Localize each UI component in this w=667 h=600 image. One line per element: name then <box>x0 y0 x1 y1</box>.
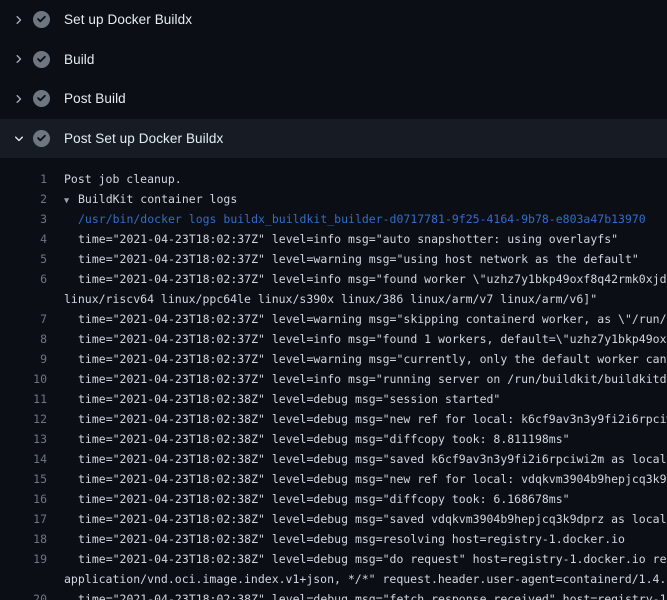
log-row: 7 time="2021-04-23T18:02:37Z" level=warn… <box>0 309 667 329</box>
step-label: Post Build <box>64 91 126 106</box>
collapse-marker-icon: ▼ <box>64 191 78 209</box>
log-row: 14 time="2021-04-23T18:02:38Z" level=deb… <box>0 449 667 469</box>
line-number[interactable]: 2 <box>0 189 47 209</box>
log-row: application/vnd.oci.image.index.v1+json,… <box>0 569 667 589</box>
log-text: Post job cleanup. <box>47 169 667 189</box>
log-row: 8 time="2021-04-23T18:02:37Z" level=info… <box>0 329 667 349</box>
log-text: time="2021-04-23T18:02:37Z" level=warnin… <box>47 309 667 329</box>
log-text: time="2021-04-23T18:02:38Z" level=debug … <box>47 489 667 509</box>
line-number[interactable]: 8 <box>0 329 47 349</box>
line-number[interactable]: 3 <box>0 209 47 229</box>
log-row: 17 time="2021-04-23T18:02:38Z" level=deb… <box>0 509 667 529</box>
log-text: time="2021-04-23T18:02:38Z" level=debug … <box>47 389 667 409</box>
log-text: linux/riscv64 linux/ppc64le linux/s390x … <box>47 289 667 309</box>
line-number[interactable]: 12 <box>0 409 47 429</box>
chevron-right-icon <box>11 12 27 28</box>
log-text: time="2021-04-23T18:02:38Z" level=debug … <box>47 409 667 429</box>
log-row: 3 /usr/bin/docker logs buildx_buildkit_b… <box>0 209 667 229</box>
line-number[interactable]: 7 <box>0 309 47 329</box>
step-label: Post Set up Docker Buildx <box>64 131 223 146</box>
log-text: time="2021-04-23T18:02:38Z" level=debug … <box>47 429 667 449</box>
line-number[interactable]: 18 <box>0 529 47 549</box>
log-text: time="2021-04-23T18:02:37Z" level=info m… <box>47 369 667 389</box>
line-number[interactable]: 13 <box>0 429 47 449</box>
step-post-setup-docker-buildx[interactable]: Post Set up Docker Buildx <box>0 119 667 159</box>
line-number[interactable]: 11 <box>0 389 47 409</box>
log-row: 19 time="2021-04-23T18:02:38Z" level=deb… <box>0 549 667 569</box>
log-row: 16 time="2021-04-23T18:02:38Z" level=deb… <box>0 489 667 509</box>
log-text: time="2021-04-23T18:02:37Z" level=info m… <box>47 269 667 289</box>
log-row: 6 time="2021-04-23T18:02:37Z" level=info… <box>0 269 667 289</box>
log-text: time="2021-04-23T18:02:38Z" level=debug … <box>47 589 667 600</box>
line-number[interactable]: 15 <box>0 469 47 489</box>
log-text: time="2021-04-23T18:02:38Z" level=debug … <box>47 469 667 489</box>
log-text: time="2021-04-23T18:02:37Z" level=info m… <box>47 329 667 349</box>
log-row: 10 time="2021-04-23T18:02:37Z" level=inf… <box>0 369 667 389</box>
log-row: 1 Post job cleanup. <box>0 169 667 189</box>
check-circle-icon <box>33 90 50 107</box>
line-number[interactable]: 16 <box>0 489 47 509</box>
check-circle-icon <box>33 11 50 28</box>
log-text: time="2021-04-23T18:02:38Z" level=debug … <box>47 549 667 569</box>
check-circle-icon <box>33 130 50 147</box>
log-text: time="2021-04-23T18:02:38Z" level=debug … <box>47 529 667 549</box>
step-setup-docker-buildx[interactable]: Set up Docker Buildx <box>0 0 667 40</box>
line-number[interactable] <box>0 569 47 589</box>
log-text: application/vnd.oci.image.index.v1+json,… <box>47 569 667 589</box>
log-row: 2 ▼BuildKit container logs <box>0 189 667 209</box>
chevron-down-icon <box>11 131 27 147</box>
log-row: 11 time="2021-04-23T18:02:38Z" level=deb… <box>0 389 667 409</box>
log-text: time="2021-04-23T18:02:38Z" level=debug … <box>47 509 667 529</box>
log-text: time="2021-04-23T18:02:37Z" level=info m… <box>47 229 667 249</box>
line-number[interactable] <box>0 289 47 309</box>
line-number[interactable]: 14 <box>0 449 47 469</box>
steps-list: Set up Docker Buildx Build Post Build Po… <box>0 0 667 158</box>
log-row: 5 time="2021-04-23T18:02:37Z" level=warn… <box>0 249 667 269</box>
chevron-right-icon <box>11 91 27 107</box>
log-row: 18 time="2021-04-23T18:02:38Z" level=deb… <box>0 529 667 549</box>
log-area: 1 Post job cleanup. 2 ▼BuildKit containe… <box>0 158 667 600</box>
log-text: time="2021-04-23T18:02:38Z" level=debug … <box>47 449 667 469</box>
line-number[interactable]: 9 <box>0 349 47 369</box>
log-row: 20 time="2021-04-23T18:02:38Z" level=deb… <box>0 589 667 600</box>
check-circle-icon <box>33 51 50 68</box>
line-number[interactable]: 19 <box>0 549 47 569</box>
log-text: time="2021-04-23T18:02:37Z" level=warnin… <box>47 249 667 269</box>
line-number[interactable]: 10 <box>0 369 47 389</box>
chevron-right-icon <box>11 51 27 67</box>
log-row: 12 time="2021-04-23T18:02:38Z" level=deb… <box>0 409 667 429</box>
line-number[interactable]: 1 <box>0 169 47 189</box>
line-number[interactable]: 5 <box>0 249 47 269</box>
log-text[interactable]: ▼BuildKit container logs <box>47 189 667 209</box>
log-row: 4 time="2021-04-23T18:02:37Z" level=info… <box>0 229 667 249</box>
step-label: Build <box>64 52 95 67</box>
line-number[interactable]: 6 <box>0 269 47 289</box>
step-post-build[interactable]: Post Build <box>0 79 667 119</box>
log-text: time="2021-04-23T18:02:37Z" level=warnin… <box>47 349 667 369</box>
line-number[interactable]: 4 <box>0 229 47 249</box>
log-row: linux/riscv64 linux/ppc64le linux/s390x … <box>0 289 667 309</box>
line-number[interactable]: 20 <box>0 589 47 600</box>
log-row: 15 time="2021-04-23T18:02:38Z" level=deb… <box>0 469 667 489</box>
log-row: 9 time="2021-04-23T18:02:37Z" level=warn… <box>0 349 667 369</box>
line-number[interactable]: 17 <box>0 509 47 529</box>
step-build[interactable]: Build <box>0 40 667 80</box>
log-row: 13 time="2021-04-23T18:02:38Z" level=deb… <box>0 429 667 449</box>
log-text: /usr/bin/docker logs buildx_buildkit_bui… <box>47 209 667 229</box>
step-label: Set up Docker Buildx <box>64 12 192 27</box>
